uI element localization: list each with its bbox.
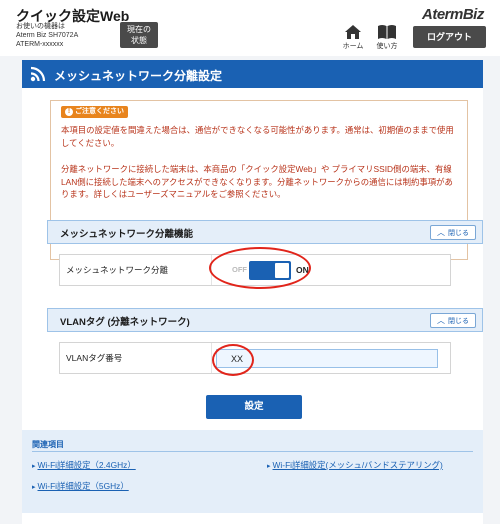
close-label: 閉じる <box>448 318 469 325</box>
link-wifi-24ghz[interactable]: ▸ Wi-Fi詳細設定（2.4GHz） <box>32 459 136 471</box>
section-vlan-header: VLANタグ (分離ネットワーク) ︿ 閉じる <box>47 308 483 332</box>
highlight-oval-vlan <box>212 344 254 376</box>
notice-badge: ! ご注意ください <box>61 106 128 118</box>
highlight-oval-toggle <box>209 247 311 289</box>
link-wifi-mesh-label: Wi-Fi詳細設定(メッシュ/バンドステアリング) <box>272 460 443 470</box>
warning-icon: ! <box>65 108 73 116</box>
mesh-separation-label: メッシュネットワーク分離 <box>60 255 212 285</box>
section-vlan-title: VLANタグ (分離ネットワーク) <box>60 317 190 328</box>
status-button-line2: 状態 <box>131 36 147 45</box>
mesh-separation-row: メッシュネットワーク分離 OFF ON <box>59 247 451 289</box>
close-label: 閉じる <box>448 230 469 237</box>
section-mesh-title: メッシュネットワーク分離機能 <box>60 229 194 240</box>
notice-paragraph-2: 分離ネットワークに接続した端末は、本商品の「クイック設定Web」や プライマリS… <box>61 164 453 199</box>
vlan-tag-row: VLANタグ番号 <box>59 342 451 376</box>
vlan-tag-label: VLANタグ番号 <box>60 343 212 373</box>
book-icon <box>378 25 396 39</box>
page-header: メッシュネットワーク分離設定 <box>22 60 483 88</box>
page-title: メッシュネットワーク分離設定 <box>54 69 223 83</box>
home-label: ホーム <box>342 43 364 50</box>
notice-badge-label: ご注意ください <box>75 108 124 115</box>
related-title: 関連項目 <box>32 440 64 449</box>
main-panel: メッシュネットワーク分離設定 ! ご注意ください 本項目の設定値を間違えた場合は、… <box>22 60 483 524</box>
arrow-right-icon: ▸ <box>267 463 271 470</box>
device-info: お使いの機器は Aterm Biz SH7072A ATERM-xxxxxx <box>16 22 78 49</box>
device-info-line: お使いの機器は <box>16 23 65 30</box>
brand-logo: AtermBiz <box>422 6 484 23</box>
arrow-right-icon: ▸ <box>32 463 36 470</box>
link-wifi-5ghz[interactable]: ▸ Wi-Fi詳細設定（5GHz） <box>32 480 129 492</box>
section-mesh-close-button[interactable]: ︿ 閉じる <box>430 225 476 240</box>
related-items: 関連項目 ▸ Wi-Fi詳細設定（2.4GHz） ▸ Wi-Fi詳細設定(メッシュ/… <box>22 430 483 513</box>
home-icon <box>345 25 361 39</box>
divider <box>32 451 473 452</box>
device-model: Aterm Biz SH7072A <box>16 32 79 39</box>
manual-label: 使い方 <box>376 43 398 50</box>
link-wifi-mesh[interactable]: ▸ Wi-Fi詳細設定(メッシュ/バンドステアリング) <box>267 459 443 471</box>
section-mesh-header: メッシュネットワーク分離機能 ︿ 閉じる <box>47 220 483 244</box>
chevron-up-icon: ︿ <box>437 228 445 237</box>
current-status-button[interactable]: 現在の 状態 <box>120 22 158 48</box>
chevron-up-icon: ︿ <box>437 316 445 325</box>
home-link[interactable]: ホーム <box>340 24 366 52</box>
manual-link[interactable]: 使い方 <box>373 24 401 52</box>
status-button-line1: 現在の <box>127 25 151 34</box>
apply-button[interactable]: 設定 <box>206 395 302 419</box>
arrow-right-icon: ▸ <box>32 484 36 491</box>
link-wifi-24ghz-label: Wi-Fi詳細設定（2.4GHz） <box>37 460 136 470</box>
device-name: ATERM-xxxxxx <box>16 41 64 48</box>
link-wifi-5ghz-label: Wi-Fi詳細設定（5GHz） <box>37 481 129 491</box>
section-vlan-close-button[interactable]: ︿ 閉じる <box>430 313 476 328</box>
logout-button[interactable]: ログアウト <box>413 26 486 48</box>
notice-paragraph-1: 本項目の設定値を間違えた場合は、通信ができなくなる可能性があります。通常は、初期… <box>61 125 454 148</box>
header: クイック設定Web お使いの機器は Aterm Biz SH7072A ATER… <box>0 0 500 56</box>
wifi-icon <box>30 66 46 82</box>
